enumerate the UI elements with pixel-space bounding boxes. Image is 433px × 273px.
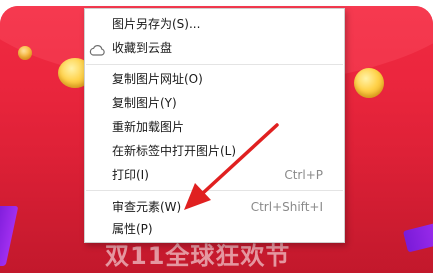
context-menu: 图片另存为(S)... 收藏到云盘 复制图片网址(O) 复制图片(Y) 重新加载…	[84, 8, 345, 243]
menu-item-inspect-element[interactable]: 审查元素(W) Ctrl+Shift+I	[85, 195, 344, 219]
menu-item-reload-image[interactable]: 重新加载图片	[85, 115, 344, 139]
menu-item-label: 重新加载图片	[112, 120, 185, 134]
menu-separator	[86, 190, 343, 191]
screenshot-stage: 双11全球狂欢节 图片另存为(S)... 收藏到云盘 复制图片网址(O) 复制图…	[0, 0, 433, 273]
menu-item-label: 在新标签中打开图片(L)	[112, 144, 237, 158]
menu-item-label: 打印(I)	[112, 168, 149, 182]
menu-item-open-image-new-tab[interactable]: 在新标签中打开图片(L)	[85, 139, 344, 163]
cloud-icon	[89, 41, 105, 56]
gold-coin-icon	[354, 68, 384, 98]
menu-item-label: 复制图片(Y)	[112, 96, 177, 110]
gold-coin-icon	[18, 46, 32, 60]
menu-item-label: 属性(P)	[112, 222, 153, 236]
menu-item-label: 复制图片网址(O)	[112, 72, 203, 86]
menu-item-shortcut: Ctrl+P	[284, 168, 323, 182]
menu-item-print[interactable]: 打印(I) Ctrl+P	[85, 163, 344, 187]
menu-item-label: 审查元素(W)	[112, 200, 182, 214]
menu-item-shortcut: Ctrl+Shift+I	[250, 200, 323, 214]
menu-item-save-image-as[interactable]: 图片另存为(S)...	[85, 12, 344, 36]
menu-item-copy-image-url[interactable]: 复制图片网址(O)	[85, 67, 344, 91]
menu-item-save-to-cloud[interactable]: 收藏到云盘	[85, 36, 344, 60]
menu-separator	[86, 64, 343, 65]
menu-item-copy-image[interactable]: 复制图片(Y)	[85, 91, 344, 115]
menu-item-properties[interactable]: 属性(P)	[85, 217, 344, 241]
menu-item-label: 收藏到云盘	[112, 41, 173, 55]
menu-item-label: 图片另存为(S)...	[112, 17, 201, 31]
